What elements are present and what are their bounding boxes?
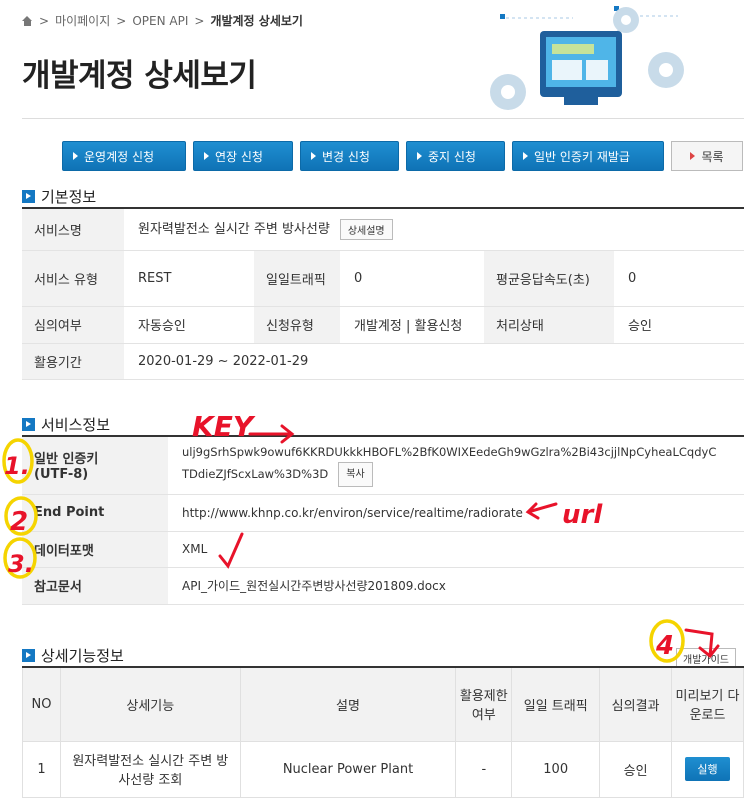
annotation-layer: KEY url 1. 2 3. 4	[2, 410, 720, 663]
annotation-num-3: 3.	[8, 550, 34, 578]
annotation-check	[218, 532, 244, 569]
annotation-arrow-guide	[684, 628, 720, 659]
annotation-key: KEY	[192, 410, 256, 443]
annotation-num-2: 2	[10, 507, 28, 537]
annotation-url: url	[562, 500, 603, 530]
annotation-num-4: 4	[655, 631, 674, 661]
annotation-arrow-url	[525, 502, 558, 520]
annotation-arrow-key	[248, 424, 295, 444]
annotation-num-1: 1.	[4, 452, 30, 480]
